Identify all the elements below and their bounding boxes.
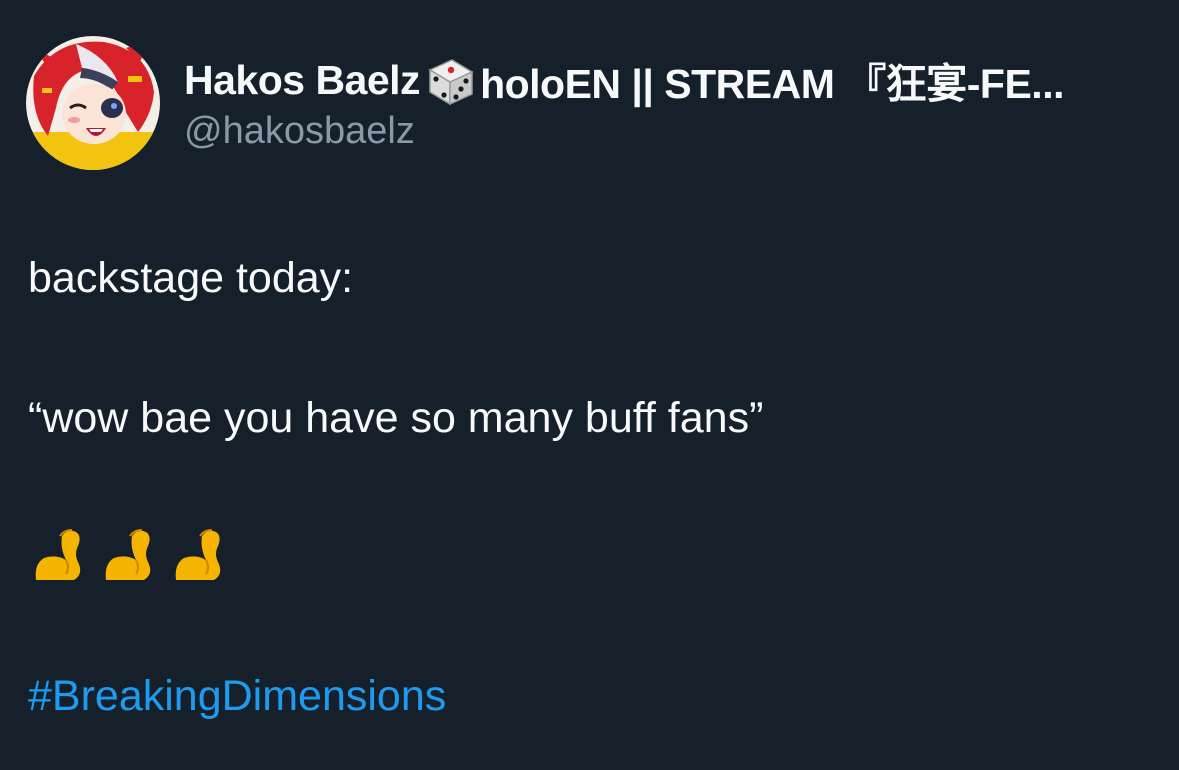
emoji-row bbox=[30, 524, 230, 584]
avatar-image bbox=[26, 36, 160, 170]
avatar[interactable] bbox=[26, 36, 160, 170]
hashtag-link[interactable]: #BreakingDimensions bbox=[28, 668, 446, 724]
user-handle[interactable]: @hakosbaelz bbox=[184, 110, 415, 153]
display-name-part-1: Hakos Baelz bbox=[184, 56, 421, 103]
tweet-header: Hakos Baelz holoEN || STREAM 『狂宴-FE... @… bbox=[26, 36, 1156, 172]
display-name-part-2: holoEN || STREAM 『狂宴-FE... bbox=[480, 61, 1064, 107]
tweet-line-2: “wow bae you have so many buff fans” bbox=[28, 394, 764, 442]
dice-icon bbox=[428, 59, 474, 106]
display-name[interactable]: Hakos Baelz holoEN || STREAM 『狂宴-FE... bbox=[184, 50, 1144, 110]
flexed-biceps-icon bbox=[105, 529, 151, 580]
tweet-line-1: backstage today: bbox=[28, 254, 354, 302]
flexed-biceps-icon bbox=[35, 529, 81, 580]
flexed-biceps-icon bbox=[175, 529, 221, 580]
